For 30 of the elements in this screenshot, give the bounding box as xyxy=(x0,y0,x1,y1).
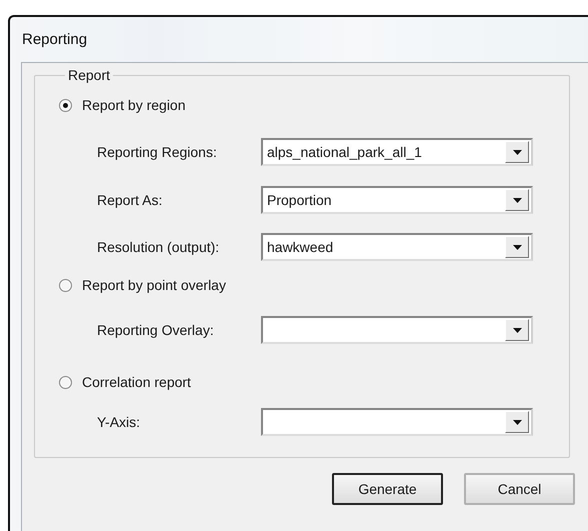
caret-icon xyxy=(512,328,522,332)
dropdown-button[interactable] xyxy=(505,319,529,341)
radio-label[interactable]: Report by point overlay xyxy=(82,277,226,293)
dropdown-button[interactable] xyxy=(505,236,529,258)
dropdown-button[interactable] xyxy=(505,411,529,433)
caret-icon xyxy=(512,198,522,202)
radio-button[interactable] xyxy=(59,278,72,292)
caret-icon xyxy=(512,150,522,154)
dropdown-field[interactable] xyxy=(261,316,533,344)
dropdown-field[interactable]: Proportion xyxy=(261,186,533,214)
dropdown-field[interactable]: alps_national_park_all_1 xyxy=(261,138,533,166)
dropdown-button[interactable] xyxy=(505,189,529,211)
dropdown-button[interactable] xyxy=(505,141,529,163)
field-label: Reporting Overlay: xyxy=(97,322,215,338)
dropdown-field[interactable]: hawkweed xyxy=(261,233,533,261)
dropdown-field[interactable] xyxy=(261,408,533,436)
cancel-button[interactable]: Cancel xyxy=(464,473,575,505)
radio-button[interactable] xyxy=(59,98,72,112)
field-label: Y-Axis: xyxy=(97,414,142,430)
field-label: Resolution (output): xyxy=(97,239,220,255)
radio-label[interactable]: Correlation report xyxy=(82,374,191,390)
generate-button[interactable]: Generate xyxy=(332,473,443,505)
window-title: Reporting xyxy=(21,31,88,48)
radio-button[interactable] xyxy=(59,376,72,388)
caret-icon xyxy=(512,420,522,424)
radio-label[interactable]: Report by region xyxy=(82,97,186,113)
group-title: Report xyxy=(67,67,112,83)
field-label: Report As: xyxy=(97,192,164,208)
caret-icon xyxy=(512,244,522,250)
field-label: Reporting Regions: xyxy=(97,144,218,160)
